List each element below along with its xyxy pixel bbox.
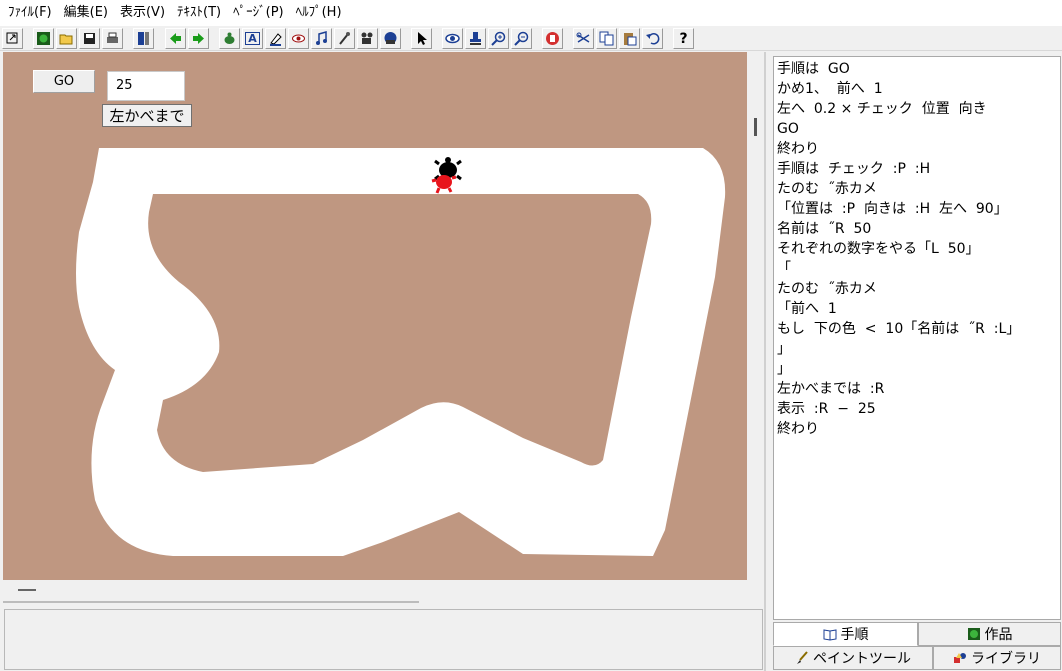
help-label: ? xyxy=(679,30,688,47)
arrow-right-icon[interactable] xyxy=(188,28,209,49)
movie-camera-icon[interactable] xyxy=(357,28,378,49)
stamp-icon[interactable] xyxy=(465,28,486,49)
tab-works[interactable]: 作品 xyxy=(918,622,1061,646)
tab-paint-tool-label: ペイントツール xyxy=(813,651,911,667)
vertical-split-handle[interactable] xyxy=(754,118,757,136)
tab-works-label: 作品 xyxy=(984,627,1013,643)
code-line: 終わり xyxy=(777,421,819,437)
pointer-arrow-icon[interactable] xyxy=(411,28,432,49)
paint-bucket-icon[interactable] xyxy=(265,28,286,49)
menu-edit[interactable]: 編集(E) xyxy=(60,2,116,24)
new-project-icon[interactable] xyxy=(33,28,54,49)
page-view-icon[interactable] xyxy=(133,28,154,49)
tab-library-label: ライブラリ xyxy=(971,651,1041,667)
code-line: 「前へ 1 xyxy=(777,301,837,317)
procedure-editor[interactable]: 手順は GO かめ1、 前へ 1 左へ 0.2 × チェック 位置 向き GO … xyxy=(773,56,1061,620)
code-line: 「位置は :P 向きは :H 左へ 90」 xyxy=(777,201,1008,217)
arrow-left-icon[interactable] xyxy=(165,28,186,49)
code-line: 」 xyxy=(777,361,791,377)
help-question-icon[interactable]: ? xyxy=(673,28,694,49)
text-tool-label: A xyxy=(245,32,260,45)
menu-help[interactable]: ﾍﾙﾌﾟ(H) xyxy=(292,2,350,24)
code-line: 表示 :R − 25 xyxy=(777,401,876,417)
toolbar: A ? xyxy=(0,27,1062,51)
code-line: それぞれの数字をやる「L 50」 xyxy=(777,241,980,257)
tab-paint-tool[interactable]: ペイントツール xyxy=(773,646,933,670)
code-line: 」 xyxy=(777,341,791,357)
microphone-icon[interactable] xyxy=(334,28,355,49)
menu-text[interactable]: ﾃｷｽﾄ(T) xyxy=(173,2,229,24)
copy-icon[interactable] xyxy=(596,28,617,49)
code-line: たのむ ˝赤カメ xyxy=(777,181,877,197)
code-line: かめ1、 前へ 1 xyxy=(777,81,883,97)
code-line: 終わり xyxy=(777,141,819,157)
drawing-canvas[interactable]: GO 25 左かべまで xyxy=(3,52,747,580)
view-eye-icon[interactable] xyxy=(442,28,463,49)
tab-procedure[interactable]: 手順 xyxy=(773,622,918,646)
brush-icon xyxy=(797,651,808,664)
turtle-app-window: ﾌｧｲﾙ(F) 編集(E) 表示(V) ﾃｷｽﾄ(T) ﾍﾟｰｼﾞ(P) ﾍﾙﾌ… xyxy=(0,0,1062,671)
horizontal-split-handle[interactable] xyxy=(18,589,36,591)
red-turtle[interactable] xyxy=(431,172,457,194)
cut-scissors-icon[interactable] xyxy=(573,28,594,49)
code-line: もし 下の色 < 10「名前は ˝R :L」 xyxy=(777,321,1021,337)
menu-view[interactable]: 表示(V) xyxy=(116,2,173,24)
code-line: 手順は チェック :P :H xyxy=(777,161,931,177)
open-folder-icon[interactable] xyxy=(56,28,77,49)
code-line: 「 xyxy=(777,261,791,277)
zoom-out-icon[interactable] xyxy=(511,28,532,49)
hide-eye-icon[interactable] xyxy=(288,28,309,49)
zoom-in-icon[interactable] xyxy=(488,28,509,49)
tab-library[interactable]: ライブラリ xyxy=(933,646,1061,670)
distance-value-field[interactable]: 25 xyxy=(107,71,185,101)
menu-bar: ﾌｧｲﾙ(F) 編集(E) 表示(V) ﾃｷｽﾄ(T) ﾍﾟｰｼﾞ(P) ﾍﾙﾌ… xyxy=(0,0,1062,26)
restore-icon[interactable] xyxy=(2,28,23,49)
code-line: 左へ 0.2 × チェック 位置 向き xyxy=(777,101,987,117)
go-button[interactable]: GO xyxy=(33,70,95,93)
video-player-icon[interactable] xyxy=(380,28,401,49)
save-disk-icon[interactable] xyxy=(79,28,100,49)
page-area: GO 25 左かべまで xyxy=(0,52,770,608)
command-console[interactable] xyxy=(4,609,763,670)
horizontal-scrollbar[interactable] xyxy=(3,601,419,603)
undo-icon[interactable] xyxy=(642,28,663,49)
menu-page[interactable]: ﾍﾟｰｼﾞ(P) xyxy=(229,2,291,24)
stop-hand-icon[interactable] xyxy=(542,28,563,49)
panel-divider[interactable] xyxy=(764,52,766,671)
text-box-icon[interactable]: A xyxy=(242,28,263,49)
code-line: たのむ ˝赤カメ xyxy=(777,281,877,297)
code-line: 左かべまでは :R xyxy=(777,381,885,397)
shapes-icon xyxy=(954,653,966,663)
music-note-icon[interactable] xyxy=(311,28,332,49)
code-line: 手順は GO xyxy=(777,61,850,77)
code-line: GO xyxy=(777,121,799,137)
tab-procedure-label: 手順 xyxy=(840,627,869,643)
left-wall-button[interactable]: 左かべまで xyxy=(102,104,192,127)
globe-icon xyxy=(967,628,980,640)
turtle-icon[interactable] xyxy=(219,28,240,49)
book-icon xyxy=(823,629,836,641)
code-line: 名前は ˝R 50 xyxy=(777,221,872,237)
race-track xyxy=(76,148,726,556)
paste-icon[interactable] xyxy=(619,28,640,49)
print-icon[interactable] xyxy=(102,28,123,49)
menu-file[interactable]: ﾌｧｲﾙ(F) xyxy=(4,2,60,24)
